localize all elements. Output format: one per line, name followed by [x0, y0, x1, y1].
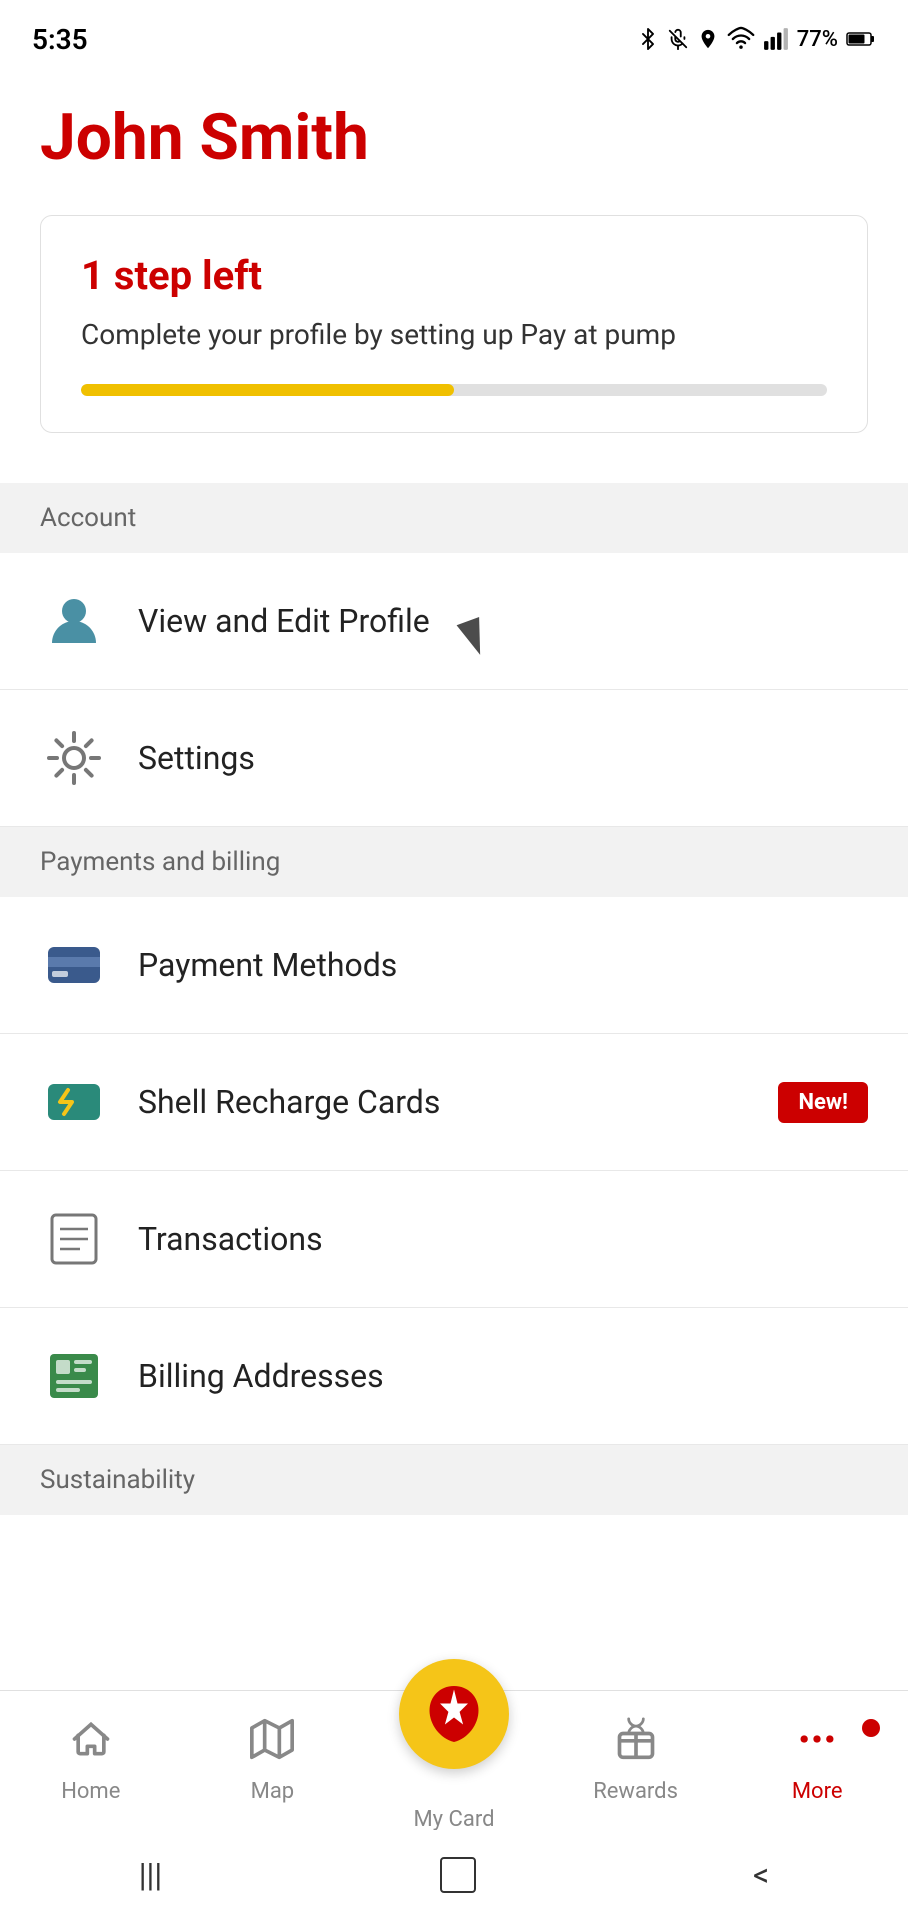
sustainability-section-header: Sustainability [0, 1445, 908, 1515]
new-badge: New! [778, 1082, 868, 1123]
menu-item-transactions[interactable]: Transactions [0, 1171, 908, 1308]
status-time: 5:35 [32, 23, 88, 56]
billing-icon [40, 1342, 108, 1410]
nav-label-home: Home [61, 1779, 120, 1804]
more-dot-badge [862, 1719, 880, 1737]
status-bar: 5:35 77% [0, 0, 908, 70]
signal-icon [763, 25, 789, 53]
battery-icon [846, 25, 876, 53]
menu-label-shell-recharge-cards: Shell Recharge Cards [138, 1083, 440, 1121]
bottom-nav: Home Map My Card [0, 1690, 908, 1830]
nav-item-map[interactable]: Map [182, 1717, 364, 1804]
settings-icon [40, 724, 108, 792]
menu-label-payment-methods: Payment Methods [138, 946, 397, 984]
nav-label-more: More [792, 1779, 843, 1804]
nav-label-map: Map [251, 1779, 295, 1804]
shell-fab-button[interactable] [399, 1659, 509, 1769]
bluetooth-icon [637, 25, 659, 53]
account-section-header: Account [0, 483, 908, 553]
nav-item-more[interactable]: More [726, 1717, 908, 1804]
wifi-icon [727, 25, 755, 53]
nav-item-my-card[interactable]: My Card [363, 1659, 545, 1832]
menu-label-view-edit-profile: View and Edit Profile [138, 602, 430, 640]
system-menu-button[interactable]: ||| [139, 1856, 162, 1894]
steps-description: Complete your profile by setting up Pay … [81, 315, 827, 354]
status-icons: 77% [637, 25, 876, 53]
system-home-button[interactable] [440, 1857, 476, 1893]
payments-section-header: Payments and billing [0, 827, 908, 897]
menu-item-settings[interactable]: Settings [0, 690, 908, 827]
steps-left-text: 1 step left [81, 252, 827, 299]
nav-item-rewards[interactable]: Rewards [545, 1717, 727, 1804]
menu-label-settings: Settings [138, 739, 255, 777]
battery-text: 77% [797, 27, 838, 52]
menu-label-billing-addresses: Billing Addresses [138, 1357, 384, 1395]
user-name: John Smith [40, 100, 868, 175]
location-icon [697, 25, 719, 53]
menu-label-transactions: Transactions [138, 1220, 323, 1258]
nav-label-rewards: Rewards [593, 1779, 678, 1804]
rewards-icon [614, 1717, 658, 1771]
nav-label-my-card: My Card [413, 1807, 494, 1832]
main-content: John Smith 1 step left Complete your pro… [0, 70, 908, 433]
credit-card-icon [40, 931, 108, 999]
more-icon [795, 1717, 839, 1771]
menu-item-payment-methods[interactable]: Payment Methods [0, 897, 908, 1034]
map-icon [250, 1717, 294, 1771]
mute-icon [667, 25, 689, 53]
menu-item-view-edit-profile[interactable]: View and Edit Profile [0, 553, 908, 690]
home-icon [69, 1717, 113, 1771]
transactions-icon [40, 1205, 108, 1273]
menu-item-shell-recharge-cards[interactable]: Shell Recharge Cards New! [0, 1034, 908, 1171]
progress-bar-fill [81, 384, 454, 396]
person-icon [40, 587, 108, 655]
profile-completion-card[interactable]: 1 step left Complete your profile by set… [40, 215, 868, 433]
system-back-button[interactable]: < [753, 1856, 769, 1894]
system-nav-bar: ||| < [0, 1830, 908, 1920]
nav-item-home[interactable]: Home [0, 1717, 182, 1804]
menu-item-billing-addresses[interactable]: Billing Addresses [0, 1308, 908, 1445]
progress-bar-container [81, 384, 827, 396]
recharge-icon [40, 1068, 108, 1136]
